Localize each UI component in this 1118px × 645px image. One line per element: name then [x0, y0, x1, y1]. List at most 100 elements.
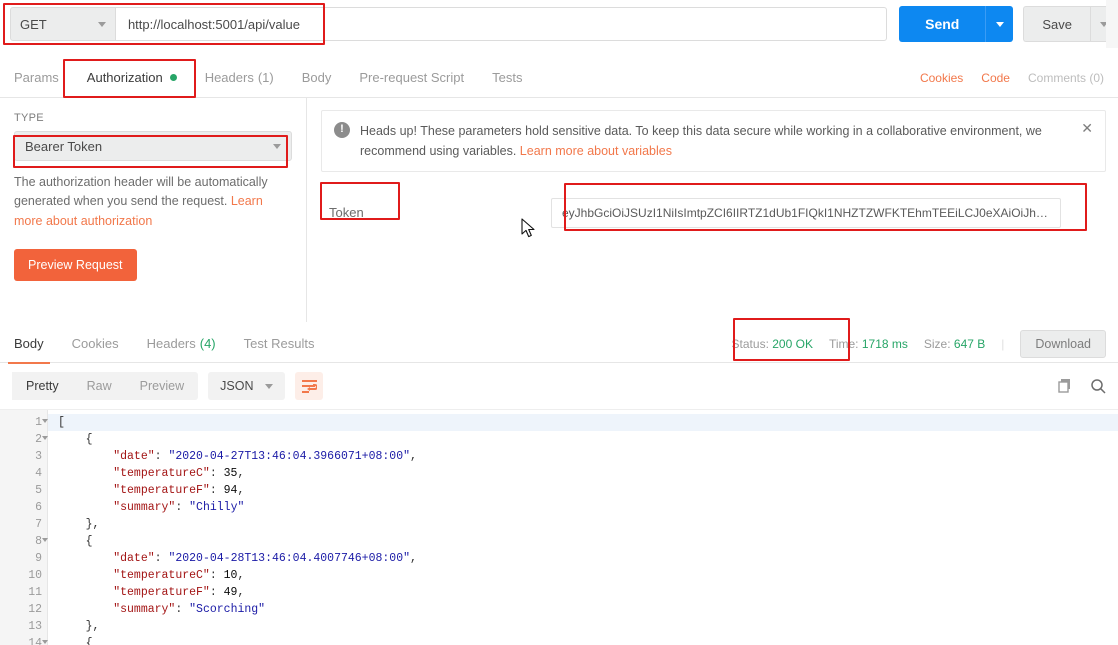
view-mode-preview[interactable]: Preview	[126, 372, 198, 400]
token-input[interactable]: eyJhbGciOiJSUzI1NiIsImtpZCI6IIRTZ1dUb1FI…	[551, 198, 1061, 228]
chevron-down-icon	[273, 143, 281, 149]
code-token: "Chilly"	[189, 501, 245, 514]
cookies-link[interactable]: Cookies	[920, 71, 963, 85]
format-select[interactable]: JSON	[208, 372, 286, 400]
line-number: 2	[0, 431, 48, 448]
tab-count: (4)	[199, 336, 216, 351]
code-token: "2020-04-28T13:46:04.4007746+08:00"	[168, 552, 410, 565]
code-line: "date": "2020-04-28T13:46:04.4007746+08:…	[58, 550, 1118, 567]
size-indicator: Size: 647 B	[924, 337, 985, 351]
code-token: },	[85, 518, 100, 531]
code-line: "summary": "Scorching"	[58, 601, 1118, 618]
save-button-group: Save	[1023, 6, 1118, 42]
status-label: Status:	[731, 336, 769, 351]
save-button[interactable]: Save	[1023, 6, 1090, 42]
auth-type-select[interactable]: Bearer Token	[14, 131, 292, 161]
chevron-down-icon	[265, 383, 274, 389]
status-value: 200 OK	[772, 336, 813, 351]
code-line: "temperatureF": 49,	[58, 584, 1118, 601]
tab-label: Headers	[146, 336, 196, 351]
code-token: ,	[237, 569, 245, 582]
close-icon[interactable]: ✕	[1081, 121, 1093, 135]
send-button[interactable]: Send	[899, 6, 986, 42]
notice-text-wrap: Heads up! These parameters hold sensitiv…	[360, 121, 1069, 161]
tab-params[interactable]: Params	[0, 58, 73, 98]
notice-text: Heads up! These parameters hold sensitiv…	[360, 124, 1042, 158]
code-token: "temperatureC"	[113, 467, 210, 480]
code-token: "summary"	[113, 501, 176, 514]
code-line: },	[58, 618, 1118, 635]
line-number-gutter: 1234567891011121314151617	[0, 410, 48, 645]
line-number: 10	[28, 569, 42, 582]
time-indicator: Time: 1718 ms	[829, 337, 908, 351]
code-token: ,	[410, 552, 417, 565]
code-token: :	[209, 586, 224, 599]
request-tabs-actions: Cookies Code Comments (0)	[920, 71, 1118, 85]
code-line: {	[58, 533, 1118, 550]
response-tabs: Body Cookies Headers (4) Test Results St…	[0, 324, 1118, 364]
view-mode-group: Pretty Raw Preview	[12, 372, 199, 400]
http-method-select[interactable]: GET	[10, 7, 116, 41]
code-token: 35	[223, 467, 238, 480]
code-token: "2020-04-27T13:46:04.3966071+08:00"	[168, 450, 410, 463]
size-label: Size:	[923, 336, 951, 351]
auth-detail-column: ! Heads up! These parameters hold sensit…	[307, 98, 1118, 322]
line-number: 5	[35, 484, 42, 497]
response-tab-cookies[interactable]: Cookies	[58, 324, 133, 364]
code-token: ,	[410, 450, 417, 463]
code-token: ,	[237, 467, 245, 480]
postman-window: GET http://localhost:5001/api/value Send…	[0, 0, 1118, 645]
divider: |	[1001, 336, 1005, 351]
copy-icon[interactable]	[1058, 378, 1074, 394]
tab-label: Body	[301, 70, 332, 85]
response-tab-headers[interactable]: Headers (4)	[133, 324, 230, 364]
line-number: 4	[35, 467, 42, 480]
token-label: Token	[329, 205, 364, 220]
view-mode-pretty[interactable]: Pretty	[12, 372, 73, 400]
code-line: "temperatureF": 94,	[58, 482, 1118, 499]
code-link[interactable]: Code	[981, 71, 1010, 85]
code-token: :	[154, 450, 169, 463]
preview-request-button[interactable]: Preview Request	[14, 249, 137, 282]
tab-tests[interactable]: Tests	[478, 58, 536, 98]
code-token: "temperatureF"	[113, 586, 210, 599]
code-token: 10	[223, 569, 238, 582]
response-body-viewer[interactable]: 1234567891011121314151617 [ { "date": "2…	[0, 409, 1118, 645]
auth-type-value: Bearer Token	[25, 138, 103, 154]
chevron-down-icon	[995, 21, 1004, 27]
code-token: "summary"	[113, 603, 176, 616]
code-token: "Scorching"	[189, 603, 266, 616]
tab-authorization[interactable]: Authorization	[73, 58, 191, 98]
json-code-content[interactable]: [ { "date": "2020-04-27T13:46:04.3966071…	[48, 410, 1118, 645]
tab-label: Headers	[204, 70, 254, 85]
word-wrap-button[interactable]	[295, 372, 324, 400]
response-body-toolbar: Pretty Raw Preview JSON	[0, 363, 1118, 409]
time-value: 1718 ms	[861, 336, 908, 351]
code-token: 49	[223, 586, 238, 599]
response-tab-body[interactable]: Body	[0, 324, 58, 364]
send-options-button[interactable]	[985, 6, 1014, 42]
line-number: 14	[0, 635, 48, 645]
tab-pre-request-script[interactable]: Pre-request Script	[345, 58, 478, 98]
tab-label: Pre-request Script	[359, 70, 465, 85]
code-token: "temperatureF"	[113, 484, 210, 497]
search-icon[interactable]	[1090, 378, 1106, 394]
comments-link[interactable]: Comments (0)	[1028, 71, 1104, 85]
http-method-value: GET	[20, 16, 47, 32]
tab-body[interactable]: Body	[288, 58, 346, 98]
download-button[interactable]: Download	[1020, 329, 1106, 358]
request-bar: GET http://localhost:5001/api/value Send…	[0, 0, 1118, 48]
response-meta: Status: 200 OK Time: 1718 ms Size: 647 B…	[731, 329, 1118, 358]
tab-label: Cookies	[71, 336, 119, 351]
auth-type-column: TYPE Bearer Token The authorization head…	[0, 98, 307, 322]
view-mode-raw[interactable]: Raw	[73, 372, 126, 400]
line-number: 9	[35, 552, 42, 565]
response-tab-test-results[interactable]: Test Results	[230, 324, 329, 364]
code-line: },	[58, 516, 1118, 533]
request-url-input[interactable]: http://localhost:5001/api/value	[114, 7, 888, 41]
auth-description-text: The authorization header will be automat…	[14, 175, 268, 209]
notice-learn-more-link[interactable]: Learn more about variables	[520, 144, 672, 158]
tab-headers[interactable]: Headers (1)	[191, 58, 288, 98]
exclamation-icon: !	[334, 122, 350, 138]
response-body-actions	[1058, 378, 1106, 394]
